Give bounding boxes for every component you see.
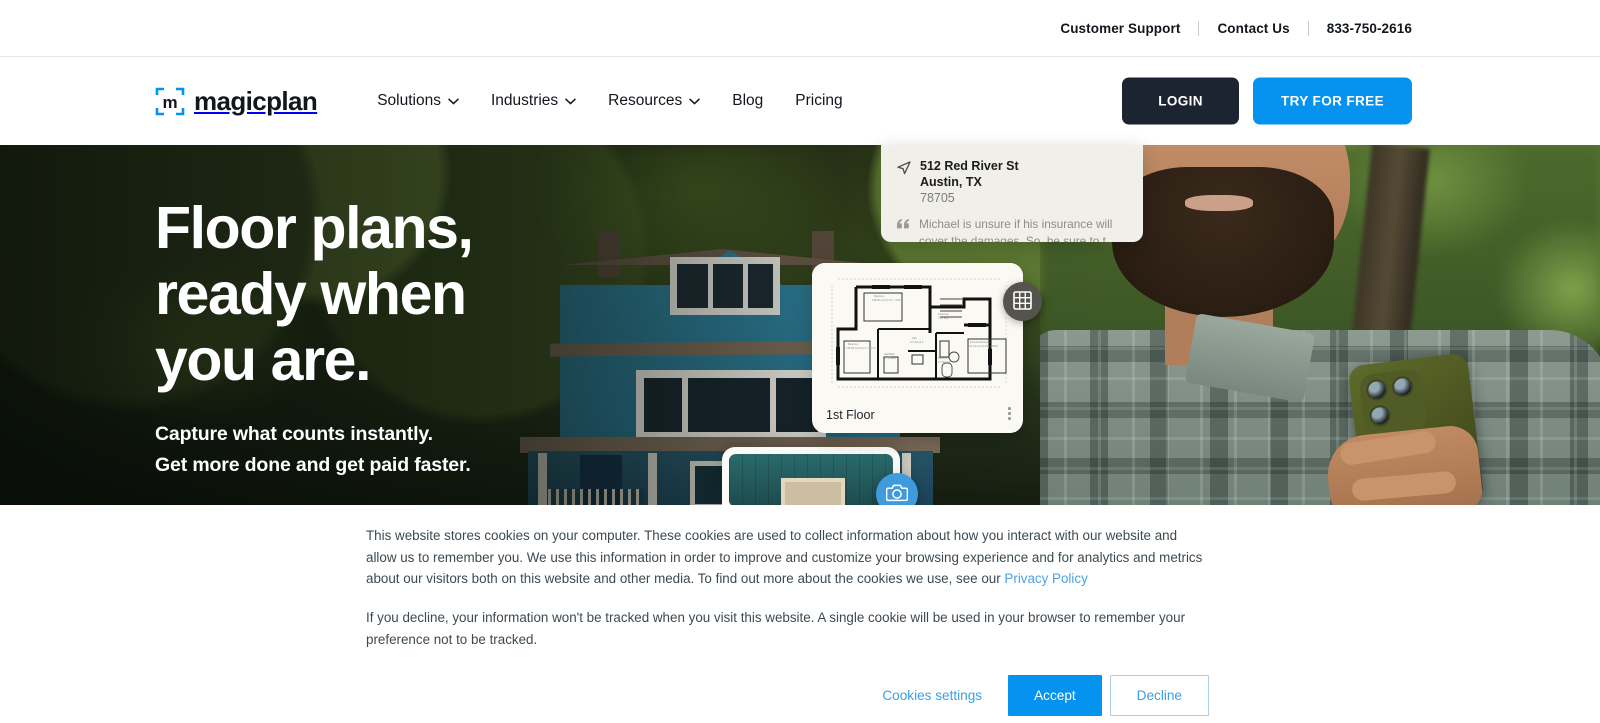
svg-text:Primary Bedroom: Primary Bedroom — [970, 340, 990, 344]
floorplan-more-options-icon[interactable] — [1008, 407, 1011, 420]
svg-text:Bedroom: Bedroom — [848, 342, 859, 346]
svg-text:17.30 sq ft: 17.30 sq ft — [884, 356, 896, 360]
address-city-state: Austin, TX — [920, 175, 982, 189]
magicplan-logo-icon: m — [155, 86, 185, 117]
try-for-free-button[interactable]: TRY FOR FREE — [1252, 77, 1412, 125]
svg-text:Bedroom: Bedroom — [874, 294, 885, 298]
address-row: 512 Red River St Austin, TX 78705 — [897, 159, 1127, 205]
utility-bar: Customer Support Contact Us 833-750-2616 — [0, 0, 1600, 57]
navigation-arrow-icon — [897, 159, 911, 205]
address-note: Michael is unsure if his insurance will … — [897, 216, 1127, 242]
address-zip: 78705 — [920, 191, 955, 205]
hero-headline-line-3: you are. — [155, 327, 371, 394]
phone-number-link[interactable]: 833-750-2616 — [1327, 21, 1412, 36]
contact-us-link[interactable]: Contact Us — [1217, 21, 1289, 36]
customer-support-link[interactable]: Customer Support — [1060, 21, 1180, 36]
nav-item-solutions[interactable]: Solutions — [361, 82, 475, 120]
nav-item-label: Solutions — [377, 92, 441, 109]
chevron-down-icon — [565, 92, 576, 110]
svg-text:148.30 sq ft (11'2" x 13'3"): 148.30 sq ft (11'2" x 13'3") — [872, 298, 902, 302]
cookie-paragraph-1: This website stores cookies on your comp… — [366, 525, 1209, 590]
nav-item-pricing[interactable]: Pricing — [779, 82, 858, 120]
nav-item-label: Resources — [608, 92, 683, 109]
logo-home-link[interactable]: m magicplan — [155, 85, 318, 117]
accept-cookies-button[interactable]: Accept — [1008, 674, 1102, 716]
nav-item-resources[interactable]: Resources — [592, 82, 716, 120]
svg-text:m: m — [162, 93, 177, 112]
svg-text:136.08 sq ft (11'1" x 12'3"): 136.08 sq ft (11'1" x 12'3") — [846, 346, 876, 350]
address-lines: 512 Red River St Austin, TX 78705 — [920, 159, 1019, 205]
svg-text:7.50 sq ft: 7.50 sq ft — [938, 316, 949, 320]
photo-framed-picture — [781, 478, 845, 507]
login-button[interactable]: LOGIN — [1122, 77, 1239, 125]
cookie-actions: Cookies settings Accept Decline — [366, 674, 1209, 716]
logo-wordmark: magicplan — [194, 85, 318, 116]
hero-sub-line-1: Capture what counts instantly. — [155, 423, 433, 446]
hero-headline: Floor plans, ready when you are. — [155, 195, 715, 393]
address-note-text: Michael is unsure if his insurance will … — [919, 217, 1116, 242]
address-street: 512 Red River St — [920, 159, 1019, 173]
main-navigation: m magicplan Solutions Industries Resourc… — [0, 57, 1600, 145]
address-card: 512 Red River St Austin, TX 78705 Michae… — [881, 145, 1143, 242]
utility-divider — [1198, 20, 1200, 36]
chevron-down-icon — [448, 92, 459, 110]
hero-sub-line-2: Get more done and get paid faster. — [155, 454, 471, 477]
nav-item-label: Industries — [490, 92, 559, 109]
nav-item-blog[interactable]: Blog — [716, 82, 779, 120]
hero-headline-line-1: Floor plans, — [155, 195, 474, 261]
nav-actions: LOGIN TRY FOR FREE — [1122, 77, 1412, 125]
svg-text:Bathroom: Bathroom — [938, 356, 949, 360]
svg-text:Half Bath: Half Bath — [884, 352, 895, 356]
cookie-consent-banner: This website stores cookies on your comp… — [0, 505, 1600, 723]
photo-thumbnail — [729, 454, 893, 507]
chevron-down-icon — [689, 92, 701, 110]
nav-item-label: Blog — [732, 92, 764, 109]
floorplan-drawing: Bedroom 148.30 sq ft (11'2" x 13'3") Bed… — [812, 263, 1023, 398]
cookies-settings-button[interactable]: Cookies settings — [864, 677, 1000, 714]
cookie-paragraph-2: If you decline, your information won't b… — [366, 610, 1186, 647]
camera-icon — [885, 483, 909, 505]
nav-item-industries[interactable]: Industries — [475, 82, 592, 120]
svg-text:Hall: Hall — [912, 336, 917, 340]
svg-text:241.14 sq ft (14'2" x 16'8"): 241.14 sq ft (14'2" x 16'8") — [968, 344, 998, 348]
floorplan-label: 1st Floor — [826, 408, 875, 422]
decline-cookies-button[interactable]: Decline — [1109, 674, 1209, 716]
floorplan-card: Bedroom 148.30 sq ft (11'2" x 13'3") Bed… — [812, 263, 1023, 433]
grid-icon — [1013, 290, 1032, 313]
hero-copy: Floor plans, ready when you are. Capture… — [155, 195, 715, 481]
nav-links: Solutions Industries Resources Blog Pric… — [361, 82, 858, 120]
grid-view-button[interactable] — [1003, 282, 1042, 321]
nav-item-label: Pricing — [795, 92, 843, 109]
quote-icon — [897, 216, 910, 242]
svg-text:47.18 sq ft: 47.18 sq ft — [938, 360, 950, 364]
hero-headline-line-2: ready when — [155, 261, 467, 328]
svg-text:Staircase: Staircase — [938, 312, 949, 316]
utility-links: Customer Support Contact Us 833-750-2616 — [1060, 20, 1412, 36]
privacy-policy-link[interactable]: Privacy Policy — [1004, 571, 1087, 586]
utility-divider — [1307, 20, 1309, 36]
svg-text:117.50 sq ft: 117.50 sq ft — [910, 340, 924, 344]
photo-card — [722, 447, 900, 507]
hero-subheadline: Capture what counts instantly. Get more … — [155, 419, 715, 481]
page-root: Customer Support Contact Us 833-750-2616… — [0, 0, 1600, 723]
